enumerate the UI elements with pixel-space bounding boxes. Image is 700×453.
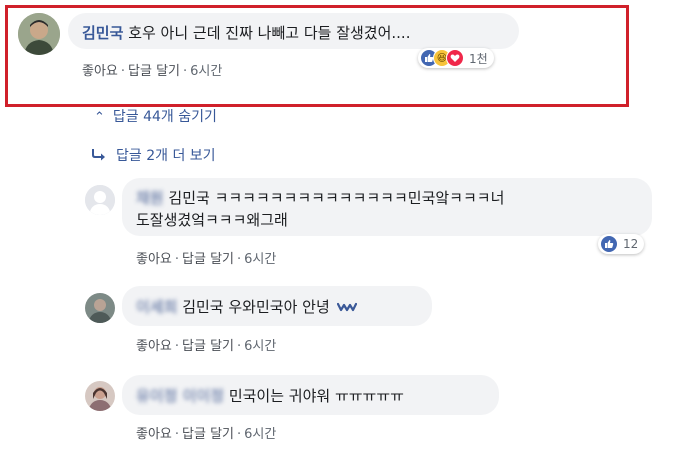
timestamp[interactable]: 6시간 <box>244 427 276 442</box>
reply-3-avatar[interactable] <box>85 381 115 411</box>
top-comment-bubble: 김민국 호우 아니 근데 진짜 나빼고 다들 잘생겼어.... <box>68 13 519 49</box>
reply-1-avatar[interactable] <box>85 185 115 215</box>
reply-2-bubble: 이세희 김민국 우와민국아 안녕 <box>122 286 432 326</box>
reply-link[interactable]: 답글 달기 <box>128 64 180 79</box>
reply-3-text: 민국이는 귀야워 ㅠㅠㅠㅠㅠ <box>228 387 404 405</box>
chevron-up-icon: ⌃ <box>94 110 105 125</box>
timestamp[interactable]: 6시간 <box>190 64 222 79</box>
top-comment-reaction-count: 1천 <box>469 51 488 66</box>
reply-1-mention[interactable]: 김민국 <box>168 189 209 207</box>
hide-replies-link[interactable]: ⌃ 답글 44개 숨기기 <box>94 106 217 126</box>
reply-1-reaction-count: 12 <box>623 237 639 251</box>
default-profile-icon <box>85 185 115 215</box>
timestamp[interactable]: 6시간 <box>244 339 276 354</box>
like-link[interactable]: 좋아요 <box>82 64 118 79</box>
like-link[interactable]: 좋아요 <box>136 252 172 267</box>
profile-photo-icon <box>18 13 60 55</box>
reply-3-actions: 좋아요 · 답글 달기 · 6시간 <box>136 427 277 442</box>
reply-1-author[interactable]: 채원 <box>136 187 164 209</box>
reply-1-text-line1: ㅋㅋㅋㅋㅋㅋㅋㅋㅋㅋㅋㅋㅋㅋ민국앜ㅋㅋㅋ너 <box>214 189 505 207</box>
like-link[interactable]: 좋아요 <box>136 339 172 354</box>
like-link[interactable]: 좋아요 <box>136 427 172 442</box>
profile-photo-icon <box>85 381 115 411</box>
reply-2-actions: 좋아요 · 답글 달기 · 6시간 <box>136 339 277 354</box>
profile-photo-icon <box>85 293 115 323</box>
more-replies-link[interactable]: 답글 2개 더 보기 <box>90 145 216 165</box>
love-icon <box>446 49 464 67</box>
like-icon <box>600 235 618 253</box>
reply-link[interactable]: 답글 달기 <box>182 427 234 442</box>
more-replies-label: 답글 2개 더 보기 <box>116 148 216 164</box>
wave-emoji-icon <box>336 302 357 312</box>
reply-1-bubble: 채원 김민국 ㅋㅋㅋㅋㅋㅋㅋㅋㅋㅋㅋㅋㅋㅋ민국앜ㅋㅋㅋ너 도잘생겼엌ㅋㅋㅋ왜그래 <box>122 178 652 236</box>
top-comment-reactions[interactable]: 😆 1천 <box>418 48 494 68</box>
top-comment-actions: 좋아요 · 답글 달기 · 6시간 <box>82 64 223 79</box>
reply-link[interactable]: 답글 달기 <box>182 252 234 267</box>
reply-2-text: 우와민국아 안녕 <box>228 298 330 316</box>
reply-2-author[interactable]: 이세희 <box>136 296 177 317</box>
reply-2-avatar[interactable] <box>85 293 115 323</box>
hide-replies-label: 답글 44개 숨기기 <box>112 109 217 125</box>
reply-3-author[interactable]: 유이정 이이정 <box>136 385 224 406</box>
reply-1-reactions[interactable]: 12 <box>598 234 645 254</box>
reply-3-bubble: 유이정 이이정 민국이는 귀야워 ㅠㅠㅠㅠㅠ <box>122 375 499 415</box>
reply-link[interactable]: 답글 달기 <box>182 339 234 354</box>
reply-1-text-line2: 도잘생겼엌ㅋㅋㅋ왜그래 <box>136 211 288 229</box>
timestamp[interactable]: 6시간 <box>244 252 276 267</box>
top-comment-avatar[interactable] <box>18 13 60 55</box>
reply-2-mention[interactable]: 김민국 <box>182 298 223 316</box>
top-comment-author[interactable]: 김민국 <box>82 24 123 42</box>
reply-1-actions: 좋아요 · 답글 달기 · 6시간 <box>136 252 277 267</box>
top-comment-text: 호우 아니 근데 진짜 나빼고 다들 잘생겼어.... <box>128 24 411 42</box>
reply-arrow-icon <box>92 149 105 161</box>
